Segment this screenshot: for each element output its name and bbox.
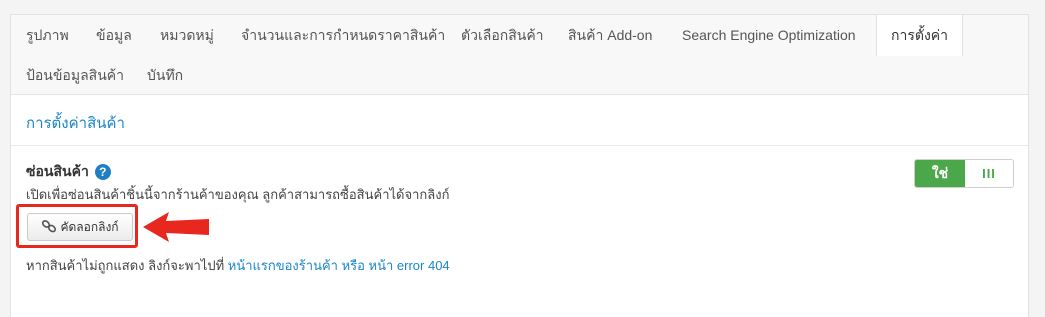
tab-save[interactable]: บันทึก <box>147 55 183 95</box>
toggle-off-option[interactable]: III <box>965 160 1013 187</box>
redirect-note: หากสินค้าไม่ถูกแสดง ลิงก์จะพาไปที่ หน้าแ… <box>26 255 450 276</box>
note-404-link[interactable]: หน้า error 404 <box>369 258 450 273</box>
annotation-arrow <box>143 212 209 242</box>
tab-options[interactable]: ตัวเลือกสินค้า <box>461 15 544 55</box>
hide-product-label: ซ่อนสินค้า ? <box>26 161 111 183</box>
product-settings-panel: รูปภาพ ข้อมูล หมวดหมู่ จำนวนและการกำหนดร… <box>10 14 1029 317</box>
tab-seo[interactable]: Search Engine Optimization <box>682 15 856 55</box>
tab-bar: รูปภาพ ข้อมูล หมวดหมู่ จำนวนและการกำหนดร… <box>11 15 1028 95</box>
toggle-on-option[interactable]: ใช่ <box>915 160 965 187</box>
hide-product-label-text: ซ่อนสินค้า <box>26 163 89 179</box>
help-icon[interactable]: ? <box>94 164 111 180</box>
note-prefix: หากสินค้าไม่ถูกแสดง ลิงก์จะพาไปที่ <box>26 258 228 273</box>
tab-images[interactable]: รูปภาพ <box>26 15 69 55</box>
copy-link-button[interactable]: คัดลอกลิงก์ <box>27 213 133 241</box>
note-or: หรือ <box>337 258 369 273</box>
tab-addon[interactable]: สินค้า Add-on <box>568 15 652 55</box>
note-homepage-link[interactable]: หน้าแรกของร้านค้า <box>228 258 338 273</box>
tab-info[interactable]: ข้อมูล <box>96 15 132 55</box>
hide-product-toggle[interactable]: ใช่ III <box>914 159 1014 188</box>
link-chain-icon <box>41 219 57 236</box>
tab-product-entry[interactable]: ป้อนข้อมูลสินค้า <box>26 55 124 95</box>
copy-link-label: คัดลอกลิงก์ <box>60 219 119 234</box>
section-title: การตั้งค่าสินค้า <box>26 115 125 132</box>
tab-categories[interactable]: หมวดหมู่ <box>160 15 214 55</box>
hide-product-description: เปิดเพื่อซ่อนสินค้าชิ้นนี้จากร้านค้าของค… <box>26 187 450 202</box>
section-divider <box>11 145 1028 146</box>
tab-settings[interactable]: การตั้งค่า <box>876 15 964 56</box>
tab-quantity-pricing[interactable]: จำนวนและการกำหนดราคาสินค้า <box>241 15 445 55</box>
